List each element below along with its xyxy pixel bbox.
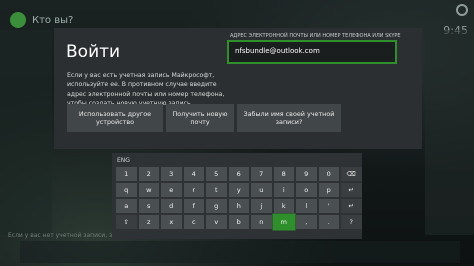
key[interactable]: ? (341, 215, 362, 229)
key[interactable]: w (138, 183, 159, 197)
background-footer-tiles (20, 241, 460, 263)
key[interactable]: 8 (273, 167, 294, 181)
key[interactable]: o (296, 183, 317, 197)
key[interactable]: v (206, 215, 227, 229)
background-tile (0, 30, 52, 235)
key[interactable]: 2 (138, 167, 159, 181)
keyboard-row-2: a s d f g h j k l ' ↵ (116, 199, 362, 213)
shift-key[interactable]: ⇧ (116, 215, 137, 229)
key[interactable]: a (116, 199, 137, 213)
key[interactable]: d (161, 199, 182, 213)
background-header: Кто вы? (10, 12, 73, 28)
keyboard-row-3: ⇧ z x c v b n m , . ? (116, 215, 362, 229)
email-field-value: nfsbundle@outlook.com (235, 47, 320, 55)
key[interactable]: 9 (296, 167, 317, 181)
key-focused[interactable]: m (273, 215, 294, 229)
forgot-account-button[interactable]: Забыли имя своей учетной записи? (237, 104, 341, 132)
avatar (10, 12, 26, 28)
use-another-device-button[interactable]: Использовать другое устройство (67, 104, 163, 132)
backspace-key[interactable]: ⌫ (341, 167, 362, 181)
key[interactable]: 0 (318, 167, 339, 181)
key[interactable]: 1 (116, 167, 137, 181)
key[interactable]: l (296, 199, 317, 213)
key[interactable]: 7 (251, 167, 272, 181)
key[interactable]: . (318, 215, 339, 229)
key[interactable]: b (228, 215, 249, 229)
key[interactable]: q (116, 183, 137, 197)
key[interactable]: g (206, 199, 227, 213)
dialog-title: Войти (66, 42, 121, 62)
key[interactable]: z (138, 215, 159, 229)
key[interactable]: k (273, 199, 294, 213)
xbox-logo-icon (456, 4, 468, 16)
key[interactable]: ' (318, 199, 339, 213)
on-screen-keyboard: ENG 1 2 3 4 5 6 7 8 9 0 ⌫ q w e r t y u … (112, 153, 362, 239)
key[interactable]: 5 (206, 167, 227, 181)
key[interactable]: x (161, 215, 182, 229)
keyboard-row-numbers: 1 2 3 4 5 6 7 8 9 0 ⌫ (116, 167, 362, 181)
key[interactable]: 4 (183, 167, 204, 181)
key[interactable]: h (228, 199, 249, 213)
keyboard-language: ENG (117, 157, 130, 164)
key[interactable]: y (228, 183, 249, 197)
email-field[interactable]: nfsbundle@outlook.com (227, 40, 397, 64)
keyboard-row-1: q w e r t y u i o p ↵ (116, 183, 362, 197)
key[interactable]: p (318, 183, 339, 197)
key[interactable]: j (251, 199, 272, 213)
get-new-email-button[interactable]: Получить новую почту (166, 104, 234, 132)
key[interactable]: 6 (228, 167, 249, 181)
enter-key[interactable]: ↵ (341, 199, 362, 213)
key[interactable]: i (273, 183, 294, 197)
key[interactable]: u (251, 183, 272, 197)
key[interactable]: s (138, 199, 159, 213)
dialog-description: Если у вас есть учетная запись Майкрософ… (67, 72, 225, 107)
key[interactable]: , (296, 215, 317, 229)
key[interactable]: 3 (161, 167, 182, 181)
key[interactable]: f (183, 199, 204, 213)
enter-key[interactable]: ↵ (341, 183, 362, 197)
key[interactable]: e (161, 183, 182, 197)
key[interactable]: n (251, 215, 272, 229)
key[interactable]: t (206, 183, 227, 197)
key[interactable]: r (183, 183, 204, 197)
background-tile (425, 30, 474, 235)
key[interactable]: c (183, 215, 204, 229)
background-title: Кто вы? (32, 14, 74, 26)
email-field-label: АДРЕС ЭЛЕКТРОННОЙ ПОЧТЫ ИЛИ НОМЕР ТЕЛЕФО… (230, 33, 401, 39)
sign-in-dialog: Войти Если у вас есть учетная запись Май… (54, 28, 422, 149)
